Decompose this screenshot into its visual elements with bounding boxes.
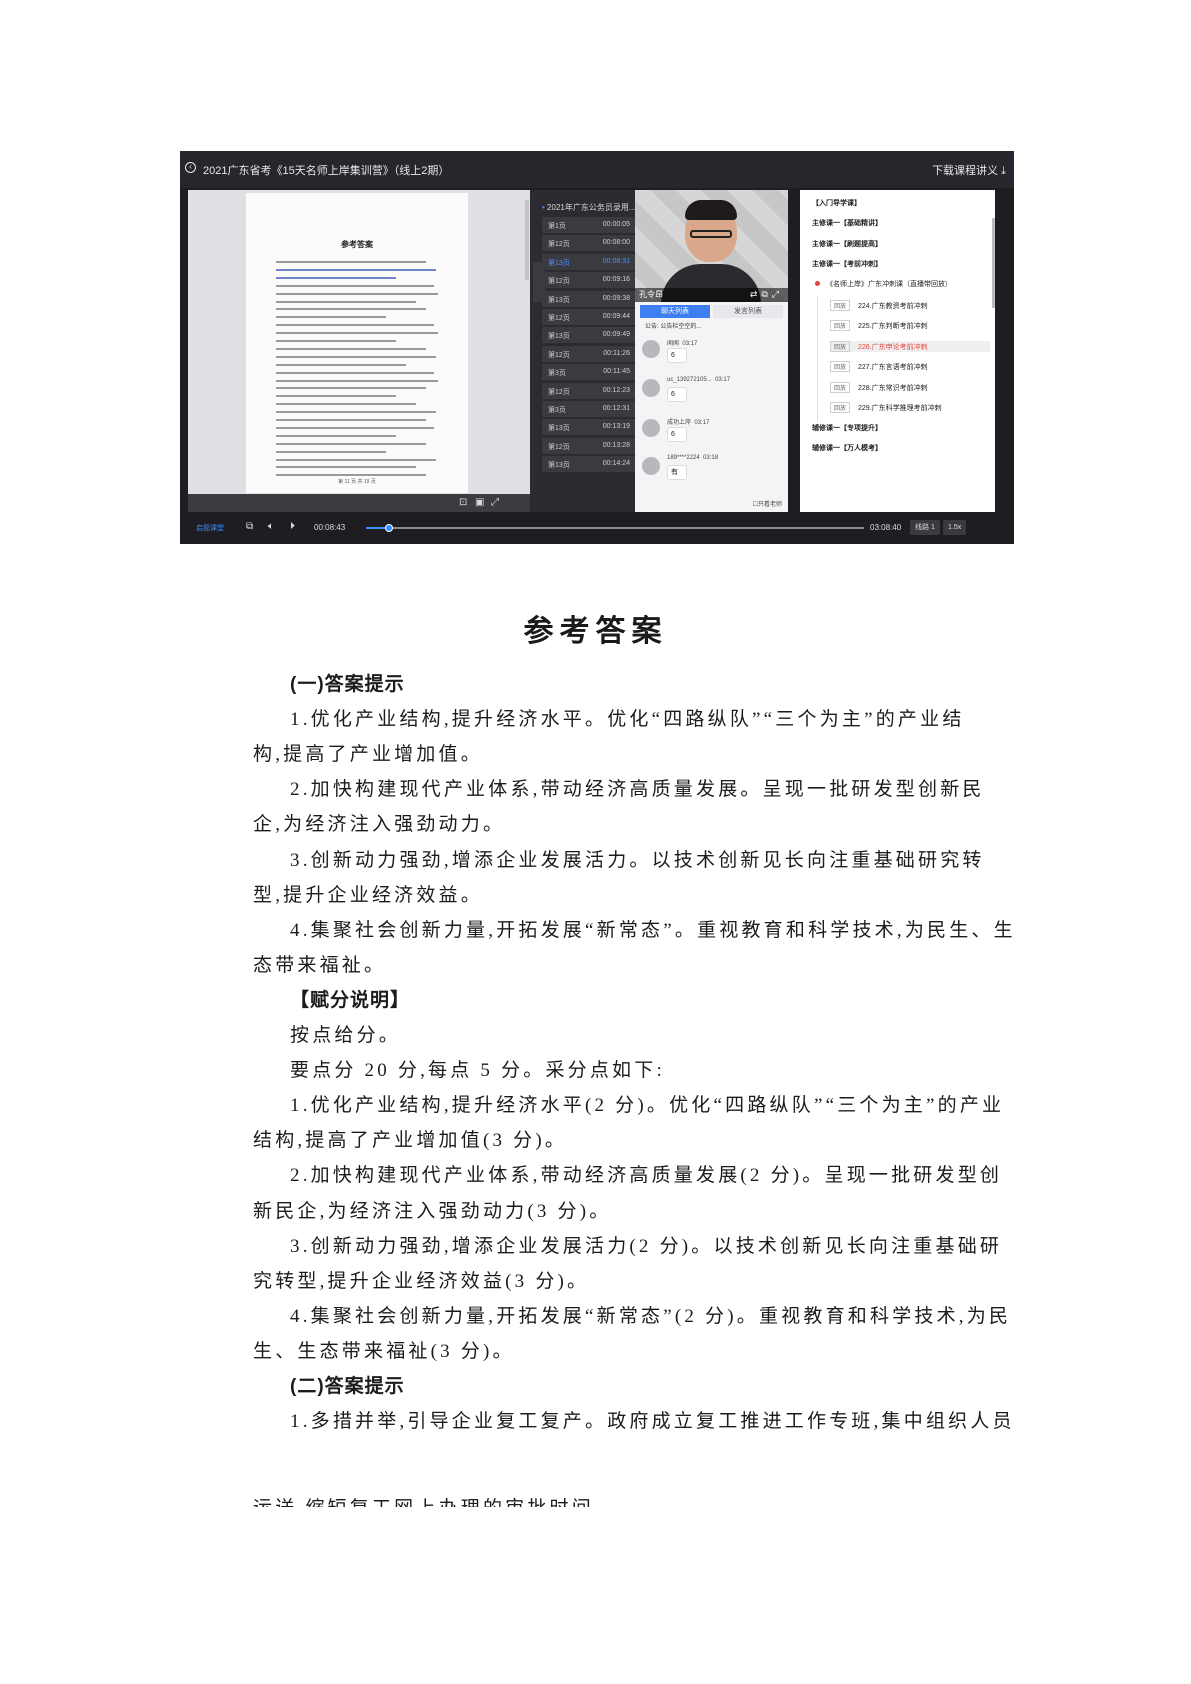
document-cut-line-text: 运送,缩短复工网上办理的审批时间 — [253, 1493, 594, 1507]
paragraph-line: 构,提高了产业增加值。 — [253, 744, 483, 766]
paragraph-line: 1.多措并举,引导企业复工复产。政府成立复工推进工作专班,集中组织人员 — [290, 1411, 1015, 1433]
paragraph-line: 究转型,提升企业经济效益(3 分)。 — [253, 1270, 590, 1292]
paragraph-line: 1.优化产业结构,提升经济水平。优化“四路纵队”“三个为主”的产业结 — [290, 709, 965, 731]
document-cut-line: 运送,缩短复工网上办理的审批时间 — [253, 1493, 943, 1507]
paragraph-line: 3.创新动力强劲,增添企业发展活力(2 分)。以技术创新见长向注重基础研 — [290, 1235, 1003, 1257]
paragraph-line: 2.加快构建现代产业体系,带动经济高质量发展。呈现一批研发型创新民 — [290, 779, 985, 801]
paragraph-line: 生、生态带来福祉(3 分)。 — [253, 1340, 515, 1362]
paragraph-line: 2.加快构建现代产业体系,带动经济高质量发展(2 分)。呈现一批研发型创 — [290, 1165, 1003, 1187]
section-heading: (一)答案提示 — [290, 674, 405, 695]
paragraph-line: 态带来福祉。 — [253, 954, 387, 976]
paragraph-line: 结构,提高了产业增加值(3 分)。 — [253, 1130, 568, 1152]
paragraph-line: 型,提升企业经济效益。 — [253, 884, 483, 906]
document-title: 参考答案 — [523, 615, 668, 648]
section-heading: (二)答案提示 — [290, 1376, 405, 1397]
paragraph-line: 3.创新动力强劲,增添企业发展活力。以技术创新见长向注重基础研究转 — [290, 849, 985, 871]
paragraph-line: 要点分 20 分,每点 5 分。采分点如下: — [290, 1060, 665, 1082]
section-heading: 【赋分说明】 — [290, 989, 411, 1011]
answer-document: 参考答案 (一)答案提示 1.优化产业结构,提升经济水平。优化“四路纵队”“三个为… — [0, 0, 1191, 1684]
paragraph-line: 按点给分。 — [290, 1025, 402, 1046]
paragraph-line: 企,为经济注入强劲动力。 — [253, 814, 506, 836]
paragraph-line: 1.优化产业结构,提升经济水平(2 分)。优化“四路纵队”“三个为主”的产业 — [290, 1095, 1005, 1117]
paragraph-line: 4.集聚社会创新力量,开拓发展“新常态”(2 分)。重视教育和科学技术,为民 — [290, 1305, 1012, 1327]
paragraph-line: 4.集聚社会创新力量,开拓发展“新常态”。重视教育和科学技术,为民生、生 — [290, 919, 1016, 941]
paragraph-line: 新民企,为经济注入强劲动力(3 分)。 — [253, 1200, 612, 1222]
